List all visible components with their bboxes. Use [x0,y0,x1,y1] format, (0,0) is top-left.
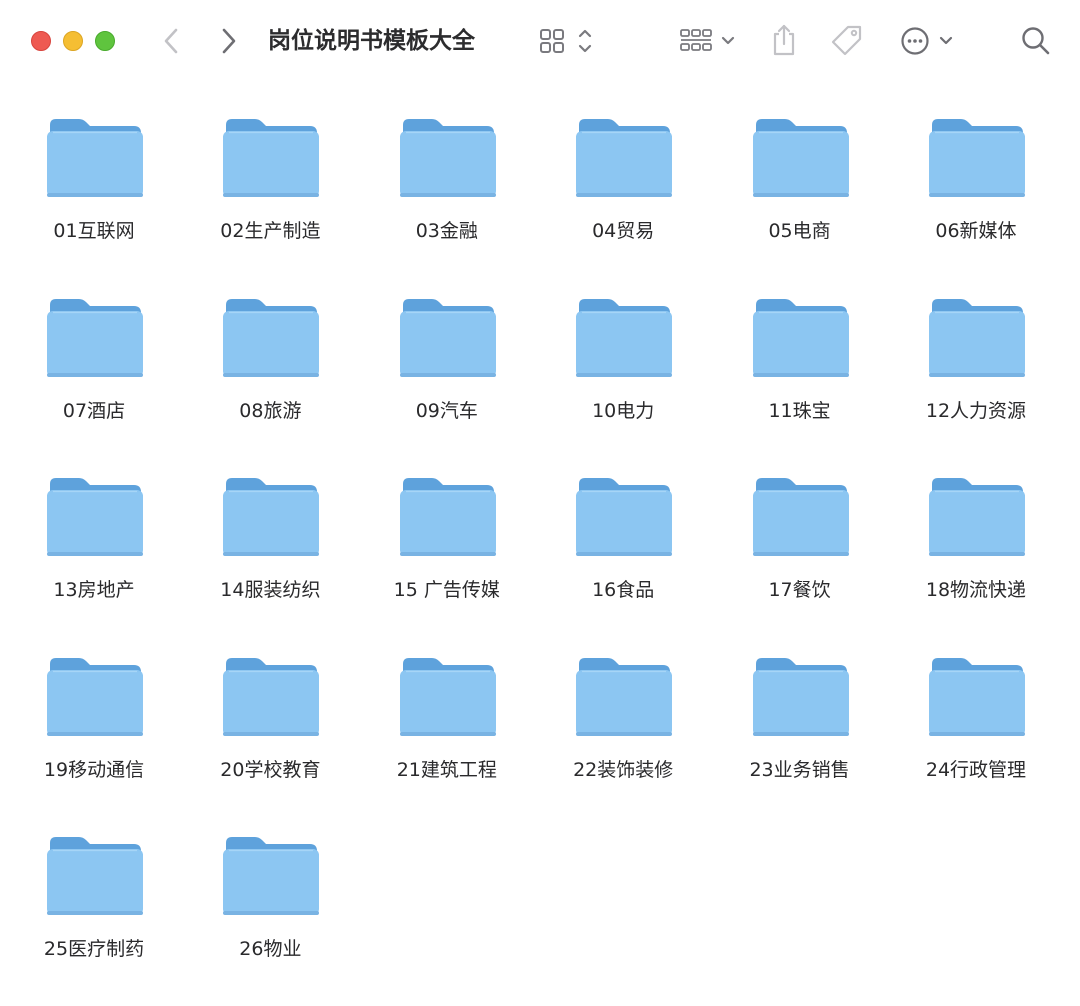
folder-label: 17餐饮 [768,579,831,602]
folder-label: 05电商 [768,220,831,242]
folder-icon [576,657,673,736]
folder-icon [399,298,496,377]
folder-item[interactable]: 04贸易 [535,108,711,287]
folder-item[interactable]: 15 广告传媒 [359,467,535,646]
search-icon[interactable] [1020,25,1052,57]
folder-icon [752,119,849,197]
folder-item[interactable]: 21建筑工程 [359,647,535,826]
folder-icon [223,119,320,197]
folder-icon [752,478,849,557]
folder-icon [576,298,673,377]
folder-icon [47,298,143,377]
folder-icon [47,119,143,197]
folder-item[interactable]: 22装饰装修 [535,647,711,826]
tag-icon[interactable] [830,24,864,58]
folder-item[interactable]: 17餐饮 [712,467,888,646]
folder-item[interactable]: 20学校教育 [182,647,358,826]
folder-icon [223,837,320,916]
folder-item[interactable]: 06新媒体 [888,108,1064,287]
folder-item[interactable]: 02生产制造 [182,108,358,287]
zoom-window-button[interactable] [95,31,115,51]
folder-item[interactable]: 23业务销售 [712,647,888,826]
folder-label: 13房地产 [53,579,135,602]
folder-item[interactable]: 25医疗制药 [6,826,182,1005]
folder-icon [752,298,849,377]
folder-icon [928,657,1025,736]
window-title: 岗位说明书模板大全 [268,28,475,54]
more-actions-icon[interactable] [899,26,957,56]
folder-icon [399,119,496,197]
folder-label: 25医疗制药 [43,938,145,961]
folder-icon [928,478,1025,557]
folder-item[interactable]: 03金融 [359,108,535,287]
folder-label: 18物流快递 [925,579,1027,602]
folder-item[interactable]: 09汽车 [359,288,535,467]
chevron-right-icon[interactable] [216,27,240,55]
folder-icon [399,657,496,736]
chevron-left-icon[interactable] [160,27,184,55]
folder-icon [576,478,673,557]
folder-label: 14服装纺织 [220,579,321,602]
folder-label: 16食品 [592,579,655,602]
folder-item[interactable]: 19移动通信 [6,647,182,826]
folder-item[interactable]: 24行政管理 [888,647,1064,826]
folder-label: 21建筑工程 [396,758,497,781]
finder-window: 岗位说明书模板大全 01互联网 02生产制造 03金融 04贸易 05电商 06… [0,0,1080,984]
folder-icon [928,298,1025,377]
folder-label: 09汽车 [415,399,478,422]
folder-item[interactable]: 26物业 [182,826,358,1005]
folder-label: 22装饰装修 [573,758,674,781]
folder-grid: 01互联网 02生产制造 03金融 04贸易 05电商 06新媒体 07酒店 08旅游 09汽车… [6,108,1066,1006]
folder-label: 02生产制造 [220,220,321,242]
folder-label: 24行政管理 [925,758,1027,781]
icon-view-grid-icon[interactable] [538,27,598,55]
folder-label: 15 广告传媒 [393,579,500,602]
folder-item[interactable]: 01互联网 [6,108,182,287]
folder-label: 12人力资源 [925,399,1027,422]
folder-item[interactable]: 10电力 [535,288,711,467]
close-window-button[interactable] [31,31,51,51]
folder-label: 20学校教育 [220,758,321,781]
folder-label: 19移动通信 [43,758,145,781]
folder-item[interactable]: 07酒店 [6,288,182,467]
folder-item[interactable]: 11珠宝 [712,288,888,467]
folder-item[interactable]: 18物流快递 [888,467,1064,646]
folder-icon [47,657,143,736]
folder-item[interactable]: 12人力资源 [888,288,1064,467]
folder-label: 08旅游 [239,399,302,422]
folder-label: 04贸易 [592,220,655,242]
folder-label: 07酒店 [62,399,126,422]
folder-label: 11珠宝 [768,399,831,422]
folder-icon [223,298,320,377]
folder-icon [399,478,496,557]
folder-icon [928,119,1025,197]
share-icon[interactable] [770,22,798,58]
folder-item[interactable]: 08旅游 [182,288,358,467]
folder-icon [47,837,143,916]
folder-item[interactable]: 05电商 [712,108,888,287]
folder-icon [576,119,673,197]
folder-label: 26物业 [239,938,302,961]
folder-item[interactable]: 13房地产 [6,467,182,646]
folder-item[interactable]: 14服装纺织 [182,467,358,646]
folder-icon [223,478,320,557]
folder-label: 06新媒体 [935,220,1017,242]
folder-label: 03金融 [415,220,478,242]
group-by-icon[interactable] [678,27,740,55]
folder-item[interactable]: 16食品 [535,467,711,646]
toolbar: 岗位说明书模板大全 [0,0,1080,82]
folder-icon [47,478,143,557]
folder-label: 23业务销售 [749,758,850,781]
minimize-window-button[interactable] [63,31,83,51]
folder-label: 10电力 [592,399,655,422]
folder-label: 01互联网 [53,220,135,242]
folder-icon [752,657,849,736]
folder-icon [223,657,320,736]
